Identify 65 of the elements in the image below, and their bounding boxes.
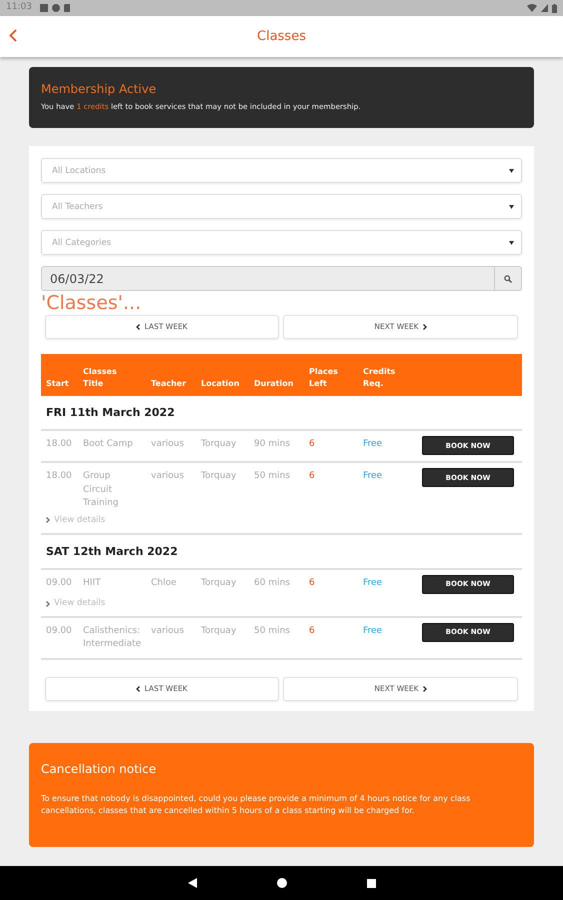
- caret-icon[interactable]: [509, 205, 514, 209]
- start-time: 09.00: [46, 577, 73, 590]
- places-left: 6: [309, 577, 316, 590]
- class-title: HIIT: [83, 577, 102, 590]
- start-time: 09.00: [46, 624, 73, 638]
- chevron-icon: [422, 324, 427, 330]
- signal-icon: [541, 4, 548, 12]
- places-left: 6: [309, 624, 316, 638]
- credits-text: Free: [363, 624, 384, 638]
- teacher-name: various: [151, 624, 185, 638]
- teacher-name: Chloe: [151, 577, 178, 590]
- home-icon[interactable]: [276, 878, 286, 888]
- teacher-name: various: [151, 438, 185, 452]
- location-text: Torquay: [201, 438, 238, 452]
- location-text: Torquay: [201, 470, 238, 484]
- battery-icon: [552, 4, 557, 12]
- column-header: Teacher: [151, 378, 188, 390]
- class-title: Calisthenics: Intermediate: [83, 624, 142, 652]
- duration-text: 50 mins: [254, 624, 291, 638]
- credits-text: Free: [363, 577, 384, 590]
- wifi-icon: [527, 4, 537, 12]
- start-time: 18.00: [46, 470, 73, 484]
- caret-icon[interactable]: [509, 241, 514, 245]
- day-heading: FRI 11th March 2022: [41, 396, 522, 432]
- chevron-icon: [136, 686, 140, 692]
- teacher-name: various: [151, 470, 185, 484]
- duration-text: 90 mins: [254, 438, 291, 452]
- class-title: Group Circuit Training: [83, 470, 120, 510]
- select-field[interactable]: All Locations: [41, 158, 522, 183]
- location-text: Torquay: [201, 577, 238, 590]
- places-left: 6: [309, 470, 316, 484]
- notice-text: To ensure that nobody is disappointed, could you please provide a minimum of 4 hours notice for any class cancellations, classes that are cancelled within 5 hours of a class starting will be charged for.: [41, 792, 472, 817]
- column-header: Classes Title: [83, 366, 118, 390]
- sd-card-icon: [64, 4, 70, 12]
- start-time: 18.00: [46, 438, 73, 452]
- duration-text: 60 mins: [254, 577, 291, 590]
- banner-title: Membership Active: [41, 81, 158, 98]
- status-time: 11:03: [6, 1, 32, 14]
- duration-text: 50 mins: [254, 470, 291, 484]
- day-heading: SAT 12th March 2022: [41, 534, 522, 570]
- column-header: Start: [46, 378, 70, 390]
- select-field[interactable]: All Categories: [41, 230, 522, 255]
- places-left: 6: [309, 438, 316, 452]
- caret-icon[interactable]: [509, 169, 514, 173]
- date-field[interactable]: 06/03/22: [41, 266, 495, 291]
- search-button[interactable]: [495, 266, 522, 291]
- page-title: Classes: [257, 28, 306, 46]
- class-title: Boot Camp: [83, 438, 134, 452]
- chevron-icon[interactable]: [46, 600, 50, 607]
- chevron-icon[interactable]: [46, 517, 50, 524]
- chevron-icon: [136, 324, 140, 330]
- column-header: Duration: [254, 378, 294, 390]
- column-header: Places Left: [309, 366, 339, 390]
- credits-text: Free: [363, 470, 384, 484]
- column-header: Credits Req.: [363, 366, 396, 390]
- notice-title: Cancellation notice: [41, 760, 158, 778]
- select-field[interactable]: All Teachers: [41, 194, 522, 219]
- location-text: Torquay: [201, 624, 238, 638]
- overview-icon[interactable]: [366, 878, 376, 888]
- chevron-icon: [422, 686, 427, 692]
- section-heading: 'Classes'...: [41, 293, 142, 314]
- search-icon: [504, 274, 512, 282]
- back-icon[interactable]: [188, 878, 196, 888]
- credits-text: Free: [363, 438, 384, 452]
- column-header: Location: [201, 378, 240, 390]
